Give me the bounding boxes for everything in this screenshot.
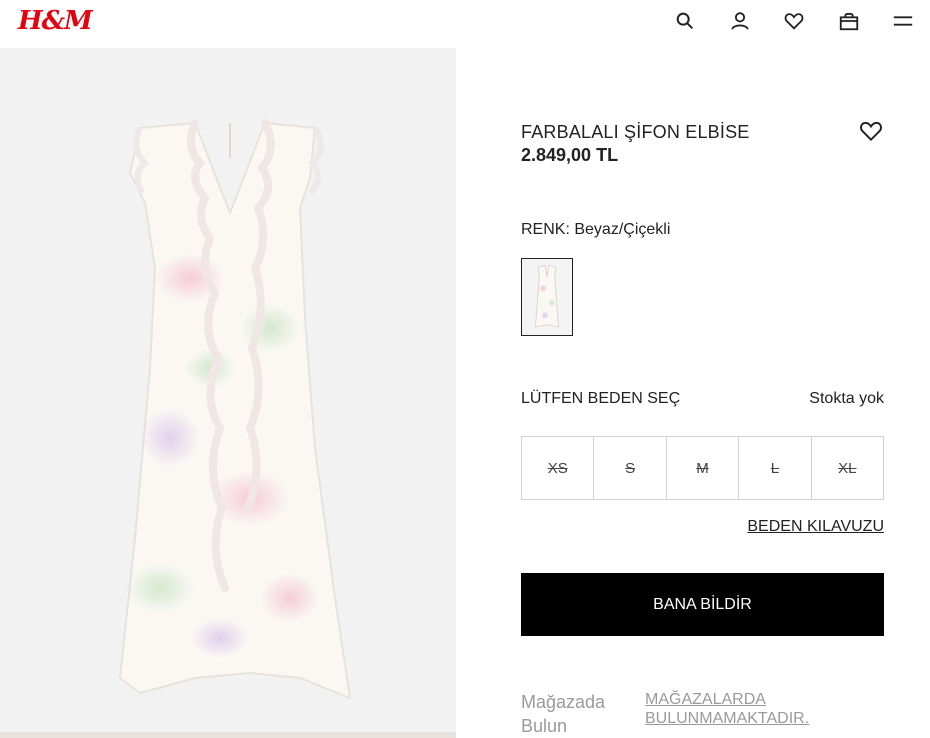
add-to-favorites-icon[interactable] <box>858 118 884 144</box>
bag-icon[interactable] <box>837 9 861 33</box>
stock-status: Stokta yok <box>809 390 884 407</box>
size-option-s[interactable]: S <box>594 437 667 499</box>
size-option-xl[interactable]: XL <box>812 437 883 499</box>
notify-me-button[interactable]: BANA BİLDİR <box>521 573 884 636</box>
next-image-preview <box>0 732 456 738</box>
product-price: 2.849,00 TL <box>521 145 619 165</box>
favorites-icon[interactable] <box>782 9 806 33</box>
size-option-l[interactable]: L <box>739 437 812 499</box>
size-guide-link[interactable]: BEDEN KILAVUZU <box>747 518 884 536</box>
account-icon[interactable] <box>728 9 752 33</box>
color-label: RENK: Beyaz/Çiçekli <box>521 221 671 238</box>
select-size-label: LÜTFEN BEDEN SEÇ <box>521 390 681 407</box>
product-image[interactable] <box>0 48 456 738</box>
size-option-xs[interactable]: XS <box>522 437 595 499</box>
menu-icon[interactable] <box>891 9 915 33</box>
dress-illustration <box>118 119 352 700</box>
size-selector: XS S M L XL <box>521 436 884 500</box>
find-in-store-label: Mağazada Bulun <box>521 692 606 736</box>
store-availability-link[interactable]: MAĞAZALARDA BULUNMAMAKTADIR. <box>645 690 885 728</box>
size-option-m[interactable]: M <box>667 437 740 499</box>
site-header: H&M <box>0 0 930 48</box>
search-icon[interactable] <box>673 9 697 33</box>
hm-logo[interactable]: H&M <box>18 6 93 36</box>
color-swatch[interactable] <box>521 258 573 336</box>
product-title: FARBALALI ŞİFON ELBİSE <box>521 122 750 142</box>
